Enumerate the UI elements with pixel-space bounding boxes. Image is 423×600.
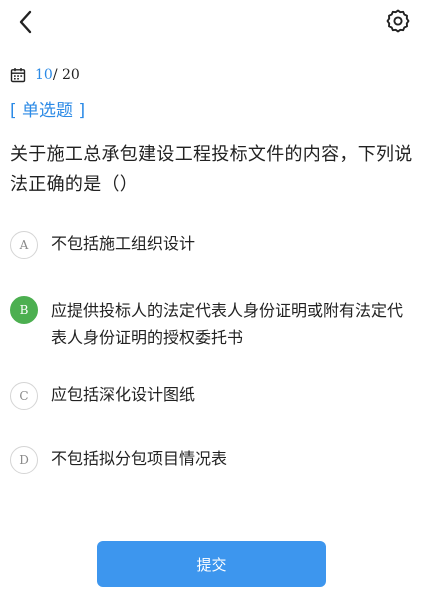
question-counter: 10/ 20 — [35, 67, 80, 83]
submit-button[interactable]: 提交 — [97, 541, 326, 587]
option-text-c: 应包括深化设计图纸 — [51, 385, 196, 404]
option-letter-d: D — [10, 446, 38, 474]
total-question-count: 20 — [57, 67, 80, 83]
gear-icon — [386, 9, 410, 33]
option-b[interactable]: B 应提供投标人的法定代表人身份证明或附有法定代表人身份证明的授权委托书 — [10, 296, 415, 351]
option-text-b: 应提供投标人的法定代表人身份证明或附有法定代表人身份证明的授权委托书 — [51, 301, 404, 347]
top-bar — [0, 0, 423, 44]
chevron-left-icon — [19, 10, 32, 34]
option-letter-b: B — [10, 296, 38, 324]
option-c[interactable]: C 应包括深化设计图纸 — [10, 382, 415, 410]
question-progress: 10/ 20 — [10, 65, 80, 85]
option-text-d: 不包括拟分包项目情况表 — [51, 449, 228, 468]
calendar-icon — [10, 68, 26, 83]
current-question-number: 10 — [35, 67, 53, 83]
back-button[interactable] — [12, 7, 42, 37]
option-letter-c: C — [10, 382, 38, 410]
settings-button[interactable] — [383, 6, 413, 36]
option-letter-a: A — [10, 231, 38, 259]
option-text-a: 不包括施工组织设计 — [51, 234, 196, 253]
option-d[interactable]: D 不包括拟分包项目情况表 — [10, 446, 415, 474]
option-a[interactable]: A 不包括施工组织设计 — [10, 231, 415, 259]
question-type-label: [ 单选题 ] — [10, 101, 86, 121]
question-text: 关于施工总承包建设工程投标文件的内容，下列说法正确的是（） — [10, 144, 413, 195]
